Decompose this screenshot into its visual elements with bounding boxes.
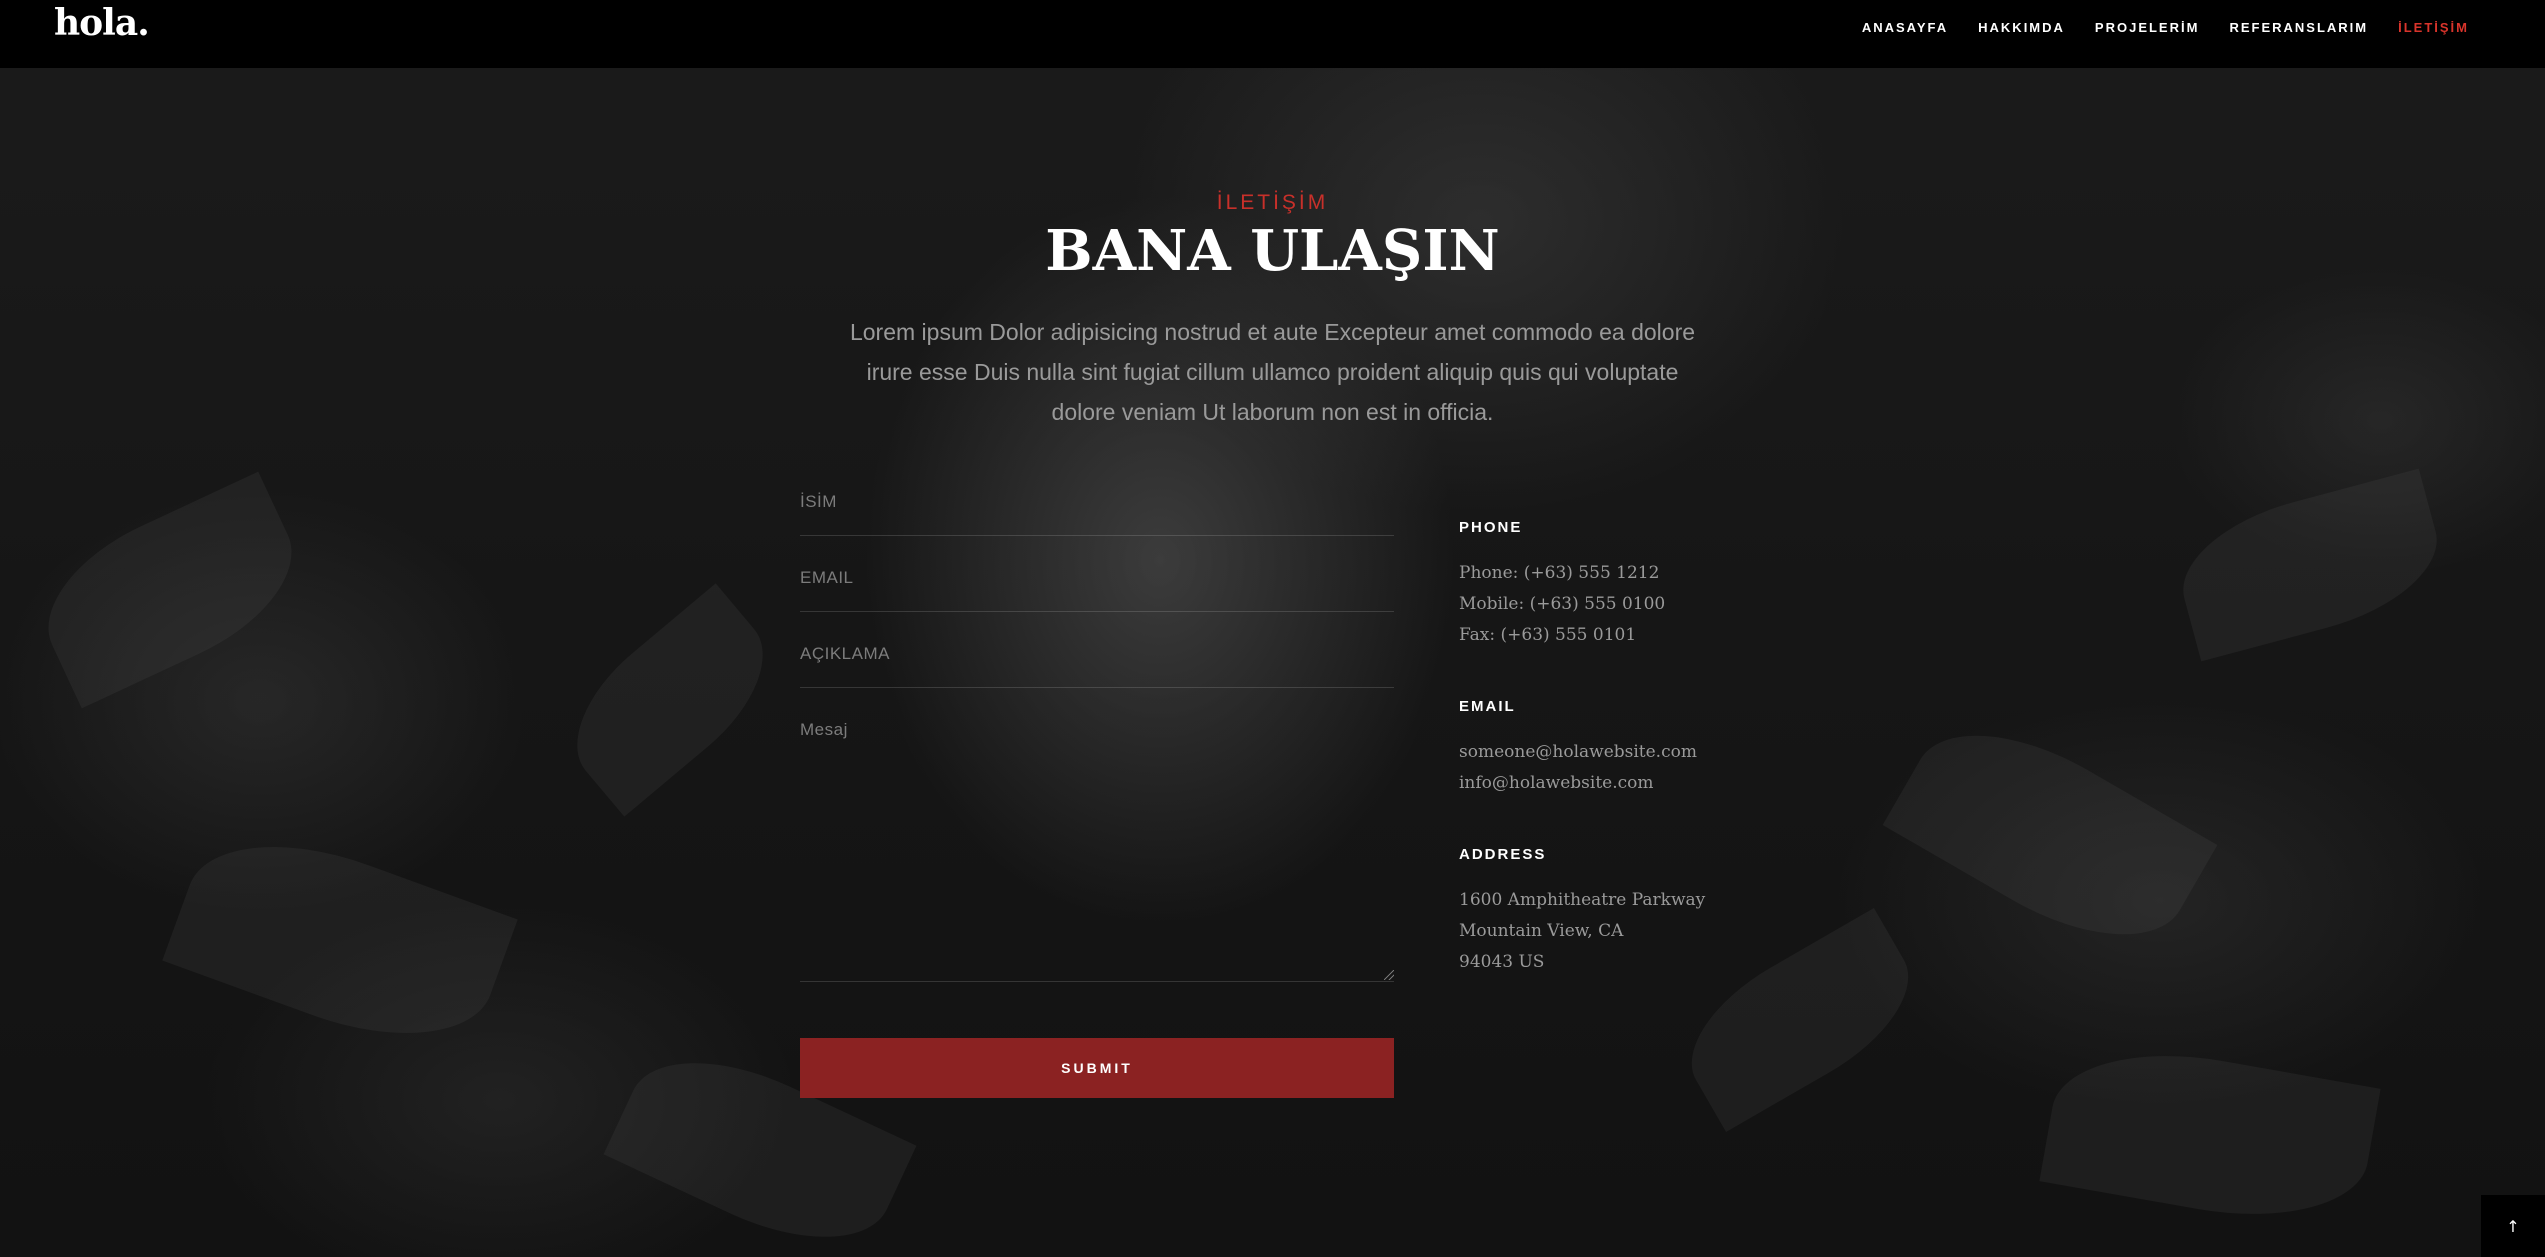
site-logo[interactable]: hola. <box>54 2 150 44</box>
email-field[interactable]: EMAIL <box>800 558 1394 612</box>
main-nav: ANASAYFA HAKKIMDA PROJELERİM REFERANSLAR… <box>1862 20 2469 36</box>
background-leaf <box>547 583 793 817</box>
nav-item-anasayfa[interactable]: ANASAYFA <box>1862 20 1948 36</box>
contact-page: hola. ANASAYFA HAKKIMDA PROJELERİM REFER… <box>0 0 2545 1257</box>
arrow-up-icon: ↑ <box>2506 1216 2520 1236</box>
background-leaf <box>2039 1033 2381 1237</box>
intro-text: Lorem ipsum Dolor adipisicing nostrud et… <box>849 319 1696 425</box>
address-line: Mountain View, CA <box>1459 921 1624 941</box>
email-link[interactable]: info@holawebsite.com <box>1459 768 1879 799</box>
submit-button[interactable]: SUBMIT <box>800 1038 1394 1098</box>
email-placeholder: EMAIL <box>800 568 854 587</box>
address-heading: ADDRESS <box>1459 846 1547 863</box>
background-leaf <box>1882 695 2218 975</box>
nav-item-iletisim[interactable]: İLETİŞİM <box>2398 20 2469 36</box>
nav-item-referanslarim[interactable]: REFERANSLARIM <box>2229 20 2368 36</box>
email-heading: EMAIL <box>1459 698 1516 715</box>
contact-form: İSİM EMAIL AÇIKLAMA Mesaj SUBMIT <box>800 482 1394 1098</box>
section-eyebrow: İLETİŞİM <box>1216 191 1329 214</box>
mobile-line: Mobile: (+63) 555 0100 <box>1459 594 1666 614</box>
background-leaf <box>2167 468 2453 662</box>
phone-block: PHONE Phone: (+63) 555 1212 Mobile: (+63… <box>1459 518 1879 651</box>
description-placeholder: AÇIKLAMA <box>800 644 890 663</box>
phone-line: Phone: (+63) 555 1212 <box>1459 563 1660 583</box>
fax-line: Fax: (+63) 555 0101 <box>1459 625 1637 645</box>
page-title: BANA ULAŞIN <box>1045 218 1500 284</box>
background-leaf <box>22 471 318 709</box>
phone-heading: PHONE <box>1459 519 1523 536</box>
background-leaf <box>162 810 518 1070</box>
message-placeholder: Mesaj <box>800 720 848 739</box>
message-textarea[interactable]: Mesaj <box>800 710 1394 982</box>
description-field[interactable]: AÇIKLAMA <box>800 634 1394 688</box>
contact-info: PHONE Phone: (+63) 555 1212 Mobile: (+63… <box>1459 518 1879 1024</box>
email-block: EMAIL someone@holawebsite.com info@holaw… <box>1459 697 1879 799</box>
nav-item-projelerim[interactable]: PROJELERİM <box>2095 20 2200 36</box>
address-line: 1600 Amphitheatre Parkway <box>1459 890 1706 910</box>
resize-handle-icon[interactable] <box>1384 970 1394 980</box>
nav-item-hakkimda[interactable]: HAKKIMDA <box>1978 20 2065 36</box>
back-to-top-button[interactable]: ↑ <box>2481 1195 2545 1257</box>
name-field[interactable]: İSİM <box>800 482 1394 536</box>
site-header: hola. ANASAYFA HAKKIMDA PROJELERİM REFER… <box>0 0 2545 68</box>
name-placeholder: İSİM <box>800 492 837 511</box>
address-line: 94043 US <box>1459 952 1545 972</box>
email-link[interactable]: someone@holawebsite.com <box>1459 737 1879 768</box>
address-block: ADDRESS 1600 Amphitheatre Parkway Mounta… <box>1459 845 1879 978</box>
